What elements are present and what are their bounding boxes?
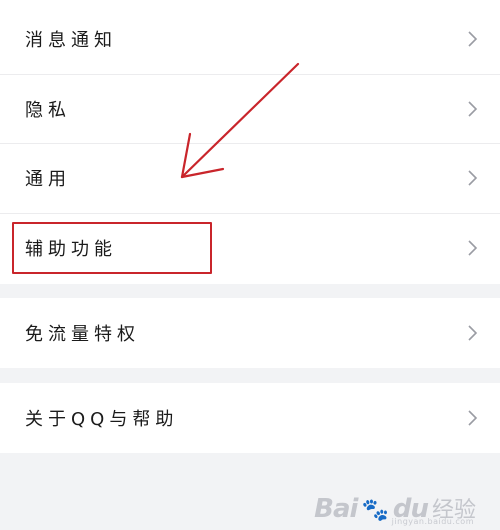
watermark: Bai 🐾 du 经验 jingyan.baidu.com [314, 492, 476, 526]
menu-item-privacy[interactable]: 隐私 [0, 74, 500, 144]
highlight-box [12, 222, 212, 274]
menu-item-general[interactable]: 通用 [0, 143, 500, 213]
menu-item-label: 通用 [25, 169, 71, 190]
watermark-url: jingyan.baidu.com [391, 517, 474, 526]
settings-group-data: 免流量特权 [0, 298, 500, 368]
chevron-right-icon [468, 410, 478, 426]
menu-item-label: 隐私 [25, 100, 71, 121]
menu-item-notifications[interactable]: 消息通知 [0, 4, 500, 74]
watermark-brand: Bai [314, 494, 358, 524]
menu-item-label: 免流量特权 [25, 324, 140, 345]
menu-item-label: 关于QQ与帮助 [25, 409, 179, 430]
paw-icon: 🐾 [361, 498, 389, 523]
chevron-right-icon [468, 31, 478, 47]
menu-item-free-data[interactable]: 免流量特权 [0, 298, 500, 368]
chevron-right-icon [468, 325, 478, 341]
settings-group-about: 关于QQ与帮助 [0, 383, 500, 453]
menu-item-label: 消息通知 [25, 30, 117, 51]
menu-item-about-help[interactable]: 关于QQ与帮助 [0, 383, 500, 453]
chevron-right-icon [468, 240, 478, 256]
chevron-right-icon [468, 170, 478, 186]
chevron-right-icon [468, 101, 478, 117]
